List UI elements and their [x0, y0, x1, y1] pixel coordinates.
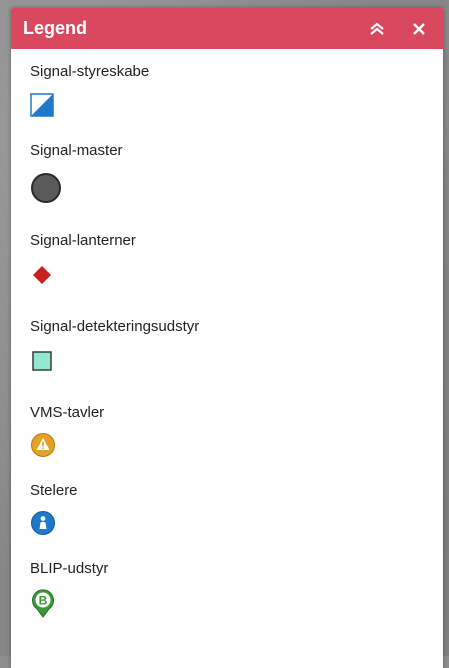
close-icon	[413, 22, 425, 35]
legend-item: BLIP-udstyr B	[30, 560, 423, 618]
legend-item-label: VMS-tavler	[30, 404, 105, 421]
red-diamond-icon	[33, 266, 51, 284]
legend-title: Legend	[23, 18, 88, 38]
legend-item: Signal-styreskabe	[30, 63, 423, 118]
legend-item: Signal-master	[30, 142, 423, 204]
b-pin-icon: B	[32, 589, 54, 618]
warning-circle-icon	[31, 433, 55, 457]
close-button[interactable]	[407, 17, 431, 41]
legend-item-label: BLIP-udstyr	[30, 560, 109, 577]
legend-item-label: Stelere	[30, 482, 78, 499]
legend-item-label: Signal-lanterner	[30, 232, 136, 249]
legend-header: Legend	[11, 8, 443, 49]
legend-body: Signal-styreskabe Signal-master Signal-l…	[11, 49, 443, 618]
legend-item-label: Signal-styreskabe	[30, 63, 150, 80]
collapse-button[interactable]	[365, 17, 389, 41]
person-circle-icon	[31, 511, 55, 535]
dark-circle-icon	[31, 173, 61, 203]
legend-item: Signal-detekteringsudstyr	[30, 318, 423, 374]
double-chevron-up-icon	[370, 22, 384, 35]
legend-item-label: Signal-detekteringsudstyr	[30, 318, 200, 335]
legend-panel: Legend Signal-styreskabe Signal-master S…	[11, 8, 443, 668]
legend-item: Stelere	[30, 482, 423, 536]
legend-item-label: Signal-master	[30, 142, 123, 159]
half-triangle-square-icon	[30, 93, 54, 117]
legend-item: VMS-tavler	[30, 404, 423, 458]
legend-item: Signal-lanterner	[30, 232, 423, 288]
teal-square-icon	[32, 351, 52, 371]
svg-text:B: B	[39, 594, 48, 608]
